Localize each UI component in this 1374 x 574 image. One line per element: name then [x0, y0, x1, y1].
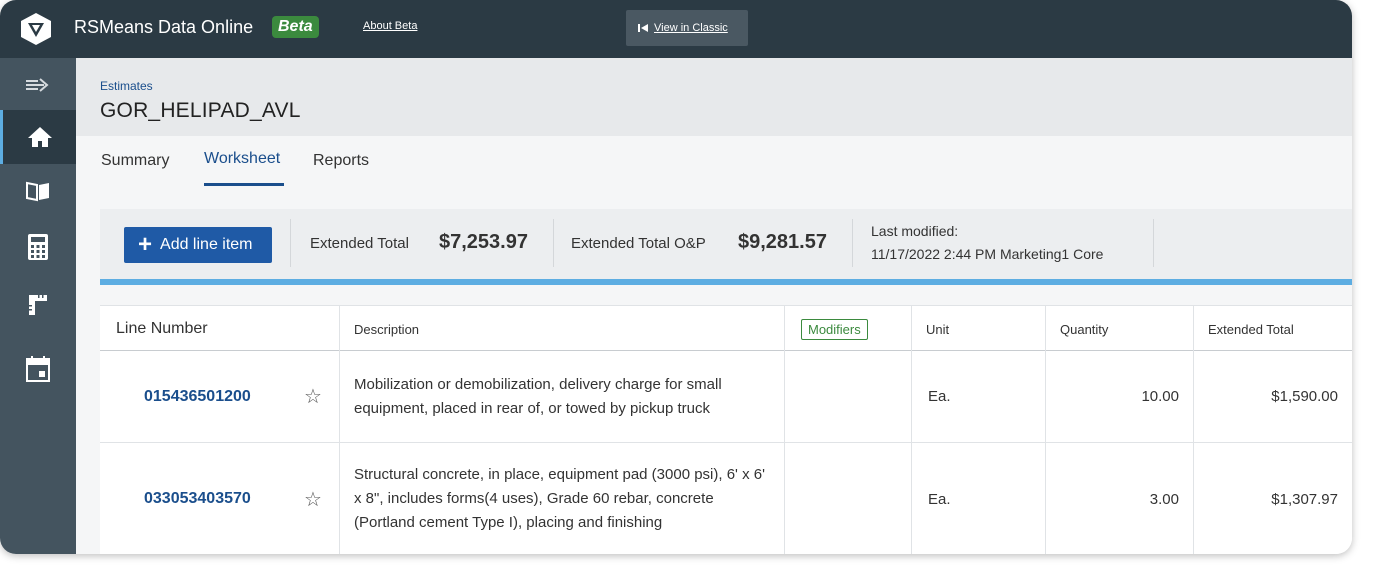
column-header-quantity[interactable]: Quantity: [1045, 306, 1193, 352]
modifiers-tag: Modifiers: [801, 318, 868, 340]
line-number-link[interactable]: 015436501200: [144, 388, 251, 406]
main-content: Estimates GOR_HELIPAD_AVL Summary Worksh…: [76, 58, 1352, 554]
column-header-description[interactable]: Description: [339, 306, 784, 352]
expand-arrow-icon: [26, 78, 49, 92]
column-header-line-number[interactable]: Line Number: [100, 306, 339, 352]
extended-total-cell: $1,590.00: [1193, 351, 1352, 442]
active-tab-indicator: [204, 183, 284, 186]
description-text: Structural concrete, in place, equipment…: [354, 466, 765, 531]
line-number-link[interactable]: 033053403570: [144, 490, 251, 508]
beta-badge: Beta: [272, 16, 319, 38]
view-in-classic-label: View in Classic: [654, 22, 728, 34]
tab-reports[interactable]: Reports: [313, 152, 369, 170]
last-modified-label: Last modified:: [871, 223, 959, 239]
column-header-unit[interactable]: Unit: [911, 306, 1045, 352]
app-window: RSMeans Data Online Beta About Beta View…: [0, 0, 1352, 554]
table-header: Line Number Description Modifiers Unit Q…: [100, 305, 1352, 352]
top-bar: RSMeans Data Online Beta About Beta View…: [0, 0, 1352, 58]
unit-cell: Ea.: [911, 443, 1045, 554]
view-in-classic-button[interactable]: View in Classic: [626, 10, 748, 46]
breadcrumb-estimates[interactable]: Estimates: [100, 79, 153, 93]
sidebar-expand[interactable]: [0, 58, 76, 112]
description-cell: Mobilization or demobilization, delivery…: [339, 351, 784, 442]
skip-back-icon: [638, 24, 648, 32]
line-items-table: Line Number Description Modifiers Unit Q…: [100, 305, 1352, 554]
favorite-star-icon[interactable]: ☆: [304, 384, 322, 409]
toolbar-divider: [290, 219, 291, 267]
worksheet-toolbar: + Add line item Extended Total $7,253.97…: [100, 209, 1352, 279]
app-title: RSMeans Data Online: [74, 17, 254, 37]
last-modified-value: 11/17/2022 2:44 PM Marketing1 Core: [871, 246, 1104, 262]
about-beta-link[interactable]: About Beta: [363, 20, 417, 32]
sidebar-item-ruler[interactable]: [0, 278, 76, 332]
add-line-item-button[interactable]: + Add line item: [124, 227, 272, 263]
tab-summary[interactable]: Summary: [101, 152, 169, 170]
extended-total-op-label: Extended Total O&P: [571, 235, 706, 252]
table-row[interactable]: 015436501200 ☆ Mobilization or demobiliz…: [100, 351, 1352, 443]
extended-total-cell: $1,307.97: [1193, 443, 1352, 554]
quantity-cell[interactable]: 3.00: [1045, 443, 1193, 554]
add-line-item-label: Add line item: [160, 236, 253, 253]
toolbar-divider: [852, 219, 853, 267]
description-text: Mobilization or demobilization, delivery…: [354, 375, 722, 417]
rsmeans-logo-icon[interactable]: [18, 11, 54, 47]
plus-icon: +: [138, 231, 153, 258]
page-header: Estimates GOR_HELIPAD_AVL: [76, 58, 1352, 136]
favorite-star-icon[interactable]: ☆: [304, 487, 322, 512]
toolbar-accent-stripe: [100, 279, 1352, 285]
line-number-cell: 033053403570 ☆: [100, 443, 339, 554]
book-icon: [26, 181, 49, 202]
modifiers-cell[interactable]: [784, 443, 911, 554]
unit-cell: Ea.: [911, 351, 1045, 442]
toolbar-divider: [1153, 219, 1154, 267]
extended-total-label: Extended Total: [310, 235, 409, 252]
tab-bar: Summary Worksheet Reports: [76, 136, 1352, 186]
calendar-icon: [26, 356, 50, 382]
calculator-icon: [28, 234, 48, 260]
description-cell: Structural concrete, in place, equipment…: [339, 443, 784, 554]
sidebar-item-calendar[interactable]: [0, 342, 76, 396]
modifiers-cell[interactable]: [784, 351, 911, 442]
sidebar-item-home[interactable]: [0, 110, 76, 164]
quantity-cell[interactable]: 10.00: [1045, 351, 1193, 442]
column-header-extended-total[interactable]: Extended Total: [1193, 306, 1352, 352]
sidebar-item-calculator[interactable]: [0, 220, 76, 274]
ruler-icon: [29, 295, 47, 315]
line-number-cell: 015436501200 ☆: [100, 351, 339, 442]
sidebar: [0, 58, 76, 554]
sidebar-item-book[interactable]: [0, 164, 76, 218]
toolbar-divider: [553, 219, 554, 267]
table-row[interactable]: 033053403570 ☆ Structural concrete, in p…: [100, 443, 1352, 554]
home-icon: [27, 127, 52, 147]
page-title: GOR_HELIPAD_AVL: [100, 99, 301, 122]
column-header-modifiers[interactable]: Modifiers: [784, 306, 911, 352]
extended-total-value: $7,253.97: [439, 231, 528, 253]
extended-total-op-value: $9,281.57: [738, 231, 827, 253]
tab-worksheet[interactable]: Worksheet: [204, 150, 280, 168]
